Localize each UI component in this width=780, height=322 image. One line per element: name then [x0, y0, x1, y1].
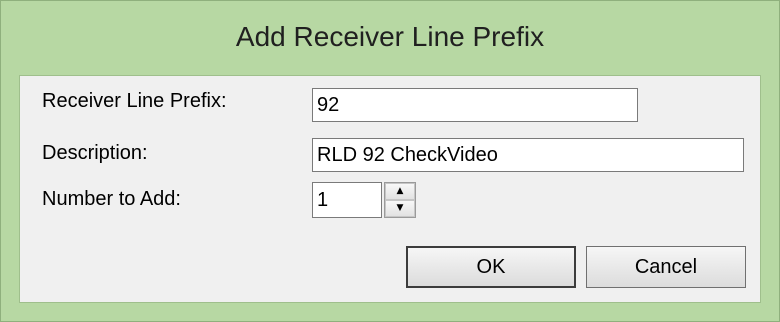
spin-down-button[interactable]: ▼	[385, 200, 415, 217]
number-to-add-spinner: ▲ ▼	[384, 182, 416, 218]
description-input[interactable]	[312, 138, 744, 172]
title-bar[interactable]: Add Receiver Line Prefix	[1, 1, 779, 75]
number-to-add-input[interactable]	[312, 182, 382, 218]
add-receiver-line-prefix-dialog: Add Receiver Line Prefix Receiver Line P…	[0, 0, 780, 322]
description-label: Description:	[42, 142, 148, 164]
cancel-button[interactable]: Cancel	[586, 246, 746, 288]
receiver-line-prefix-label: Receiver Line Prefix:	[42, 90, 227, 112]
arrow-down-icon: ▼	[396, 203, 404, 213]
ok-button[interactable]: OK	[406, 246, 576, 288]
number-to-add-label: Number to Add:	[42, 188, 181, 210]
spin-up-button[interactable]: ▲	[385, 183, 415, 200]
arrow-up-icon: ▲	[396, 186, 404, 196]
dialog-body: Receiver Line Prefix: Description: Numbe…	[19, 75, 761, 303]
receiver-line-prefix-input[interactable]	[312, 88, 638, 122]
dialog-title: Add Receiver Line Prefix	[235, 21, 545, 52]
